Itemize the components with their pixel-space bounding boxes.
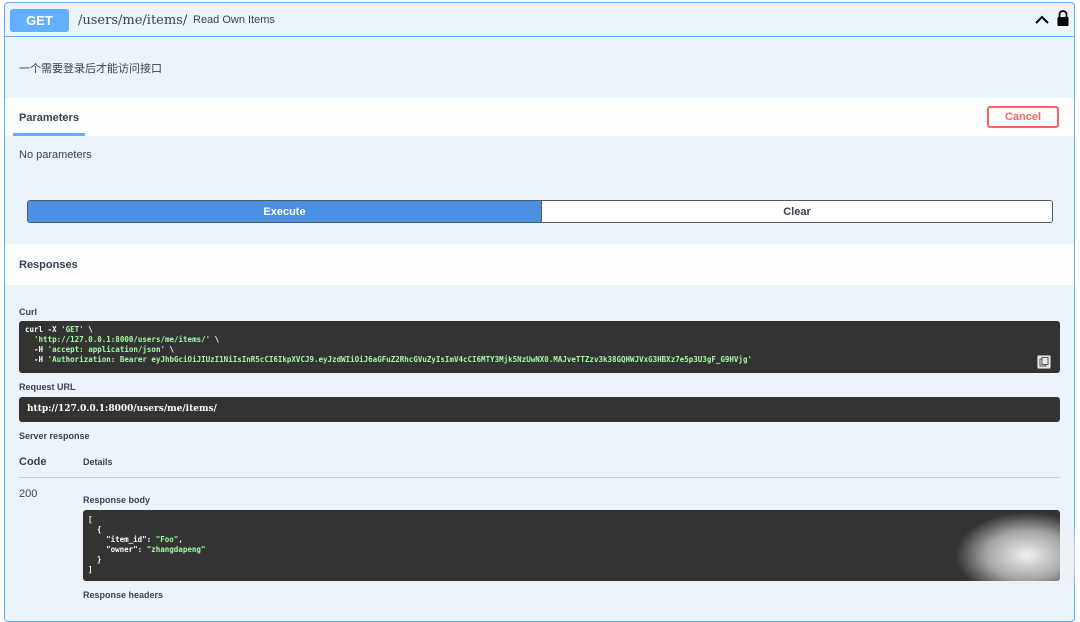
response-headers-label: Response headers — [83, 590, 164, 600]
execute-wrapper: Execute Clear — [27, 200, 1053, 223]
json-line: { — [97, 525, 102, 534]
operation-summary[interactable]: GET /users/me/items/ Read Own Items — [5, 3, 1074, 37]
request-url-label: Request URL — [19, 382, 76, 392]
copy-icon[interactable] — [1037, 355, 1051, 369]
lock-icon[interactable] — [1056, 9, 1070, 27]
json-line: [ — [88, 515, 93, 524]
json-line: ] — [88, 565, 93, 574]
json-line: } — [97, 555, 102, 564]
operation-summary-text: Read Own Items — [193, 14, 275, 26]
curl-line: -H 'accept: application/json' \ — [25, 345, 175, 354]
server-response-label: Server response — [19, 431, 90, 441]
responses-header: Responses — [5, 244, 1074, 285]
request-url[interactable]: http://127.0.0.1:8000/users/me/items/ — [19, 397, 1060, 422]
curl-label: Curl — [19, 307, 37, 317]
response-body-label: Response body — [83, 495, 151, 505]
curl-line: curl -X 'GET' \ — [25, 325, 93, 334]
operation-description: 一个需要登录后才能访问接口 — [19, 63, 162, 75]
json-line: "owner": "zhangdapeng" — [106, 545, 206, 554]
execute-button[interactable]: Execute — [28, 201, 541, 222]
no-parameters-text: No parameters — [19, 149, 92, 161]
json-line: "item_id": "Foo", — [106, 535, 183, 544]
chevron-up-icon[interactable] — [1033, 11, 1051, 29]
response-body[interactable]: [ { "item_id": "Foo", "owner": "zhangdap… — [83, 510, 1060, 581]
clear-button[interactable]: Clear — [541, 201, 1052, 222]
curl-line: -H 'Authorization: Bearer eyJhbGciOiJIUz… — [25, 355, 752, 364]
operation-block: GET /users/me/items/ Read Own Items 一个需要… — [4, 2, 1075, 622]
status-code: 200 — [19, 488, 38, 500]
col-code-header: Code — [19, 456, 47, 468]
tab-parameters[interactable]: Parameters — [19, 112, 79, 124]
col-details-header: Details — [83, 457, 113, 467]
parameters-header: Parameters Cancel — [5, 98, 1074, 136]
blur-overlay — [955, 512, 1075, 584]
curl-command[interactable]: curl -X 'GET' \ 'http://127.0.0.1:8000/u… — [19, 321, 1060, 373]
responses-title: Responses — [19, 259, 78, 271]
tab-active-indicator — [13, 133, 85, 136]
table-divider — [19, 477, 1060, 478]
cancel-button[interactable]: Cancel — [987, 106, 1059, 128]
curl-line: 'http://127.0.0.1:8000/users/me/items/' … — [34, 335, 220, 344]
method-badge: GET — [10, 9, 69, 32]
operation-path: /users/me/items/ — [78, 13, 188, 28]
